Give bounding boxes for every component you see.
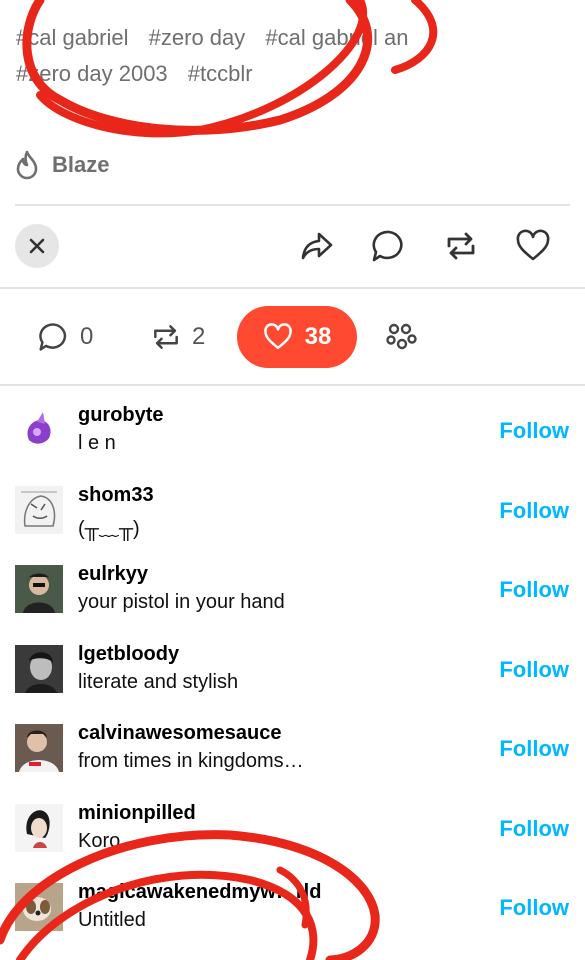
tab-replies[interactable]: 0 bbox=[38, 306, 93, 368]
avatar[interactable] bbox=[15, 565, 63, 613]
avatar[interactable] bbox=[15, 406, 63, 454]
blaze-label: Blaze bbox=[52, 152, 110, 177]
avatar[interactable] bbox=[15, 724, 63, 772]
list-item[interactable]: calvinawesomesauce from times in kingdom… bbox=[0, 710, 585, 790]
follow-button[interactable]: Follow bbox=[499, 895, 569, 921]
note-blog-title: (╥﹏╥) bbox=[78, 517, 140, 540]
list-item[interactable]: gurobyte l e n Follow bbox=[0, 392, 585, 472]
list-item[interactable]: eulrkyy your pistol in your hand Follow bbox=[0, 551, 585, 631]
reblog-icon bbox=[154, 325, 178, 349]
reblog-icon[interactable] bbox=[443, 228, 479, 264]
tag-link[interactable]: #tccblr bbox=[188, 61, 253, 86]
reblogs-count: 2 bbox=[192, 323, 206, 350]
divider bbox=[0, 287, 585, 289]
tag-link[interactable]: #cal gabriel bbox=[16, 25, 129, 50]
tab-reblogs[interactable]: 2 bbox=[150, 306, 205, 368]
replies-count: 0 bbox=[80, 323, 94, 350]
notes-list: gurobyte l e n Follow shom33 (╥﹏╥) Follo… bbox=[0, 392, 585, 949]
list-item[interactable]: minionpilled Koro… Follow bbox=[0, 790, 585, 870]
tag-link[interactable]: #zero day bbox=[149, 25, 246, 50]
note-username[interactable]: minionpilled bbox=[78, 802, 196, 825]
post-actions-bar bbox=[0, 220, 585, 276]
avatar[interactable] bbox=[15, 644, 63, 693]
tag-list: #cal gabriel #zero day #cal gabriel an #… bbox=[16, 20, 576, 92]
heart-icon bbox=[263, 323, 292, 350]
comment-icon bbox=[39, 323, 67, 351]
tab-likes[interactable]: 38 bbox=[237, 306, 357, 368]
list-item[interactable]: lgetbloody literate and stylish Follow bbox=[0, 631, 585, 711]
close-icon bbox=[29, 238, 45, 254]
heart-icon[interactable] bbox=[515, 228, 551, 264]
note-blog-title: from times in kingdoms… bbox=[78, 750, 304, 772]
note-username[interactable]: calvinawesomesauce bbox=[78, 722, 281, 745]
note-username[interactable]: lgetbloody bbox=[78, 643, 179, 666]
tab-community[interactable] bbox=[384, 306, 418, 368]
note-username[interactable]: eulrkyy bbox=[78, 563, 148, 586]
follow-button[interactable]: Follow bbox=[499, 816, 569, 842]
note-blog-title: your pistol in your hand bbox=[78, 591, 285, 613]
comment-icon[interactable] bbox=[371, 228, 407, 264]
divider bbox=[15, 204, 570, 206]
note-username[interactable]: gurobyte bbox=[78, 404, 164, 427]
follow-button[interactable]: Follow bbox=[499, 657, 569, 683]
note-blog-title: literate and stylish bbox=[78, 670, 239, 693]
follow-button[interactable]: Follow bbox=[499, 498, 569, 524]
avatar[interactable] bbox=[15, 485, 63, 534]
list-item[interactable]: shom33 (╥﹏╥) Follow bbox=[0, 472, 585, 552]
flame-icon bbox=[16, 150, 38, 180]
blaze-button[interactable]: Blaze bbox=[14, 146, 109, 184]
likes-count: 38 bbox=[304, 323, 332, 350]
avatar[interactable] bbox=[15, 883, 63, 931]
note-blog-title: l e n bbox=[78, 432, 116, 454]
list-item[interactable]: magicawakenedmyw…rld Untitled Follow bbox=[0, 869, 585, 949]
tag-link[interactable]: #zero day 2003 bbox=[16, 61, 168, 86]
follow-button[interactable]: Follow bbox=[499, 736, 569, 762]
follow-button[interactable]: Follow bbox=[499, 577, 569, 603]
divider bbox=[0, 384, 585, 386]
note-username[interactable]: shom33 bbox=[78, 484, 154, 507]
share-icon[interactable] bbox=[299, 228, 335, 264]
follow-button[interactable]: Follow bbox=[499, 418, 569, 444]
close-button[interactable] bbox=[15, 224, 59, 268]
note-blog-title: Koro… bbox=[78, 829, 141, 852]
community-icon bbox=[386, 323, 417, 350]
avatar[interactable] bbox=[15, 803, 63, 852]
notes-tabs: 0 2 38 bbox=[0, 306, 585, 368]
note-blog-title: Untitled bbox=[78, 909, 146, 931]
tag-link[interactable]: #cal gabriel an bbox=[265, 25, 408, 50]
note-username[interactable]: magicawakenedmyw…rld bbox=[78, 881, 321, 904]
